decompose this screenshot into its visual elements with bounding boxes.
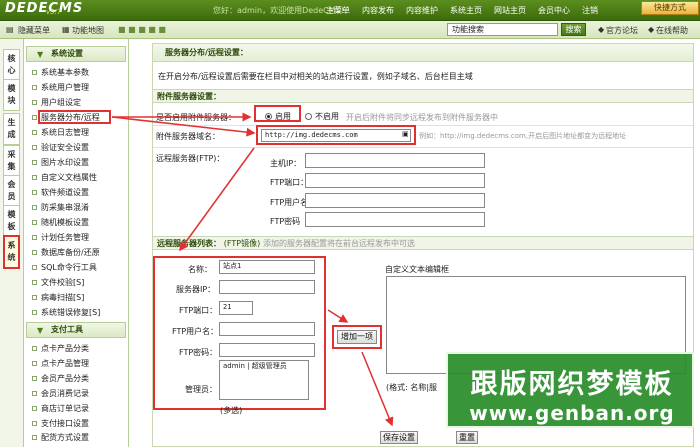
arrow-to-save [361,351,394,427]
watermark-line2: www.genban.org [469,401,675,425]
site-watermark: 跟版网织梦模板 www.genban.org [446,352,694,428]
watermark-line1: 跟版网织梦模板 [470,369,674,400]
arrow-to-remote [179,147,255,252]
arrow-to-add [327,309,349,323]
arrow-to-domain [111,116,256,137]
